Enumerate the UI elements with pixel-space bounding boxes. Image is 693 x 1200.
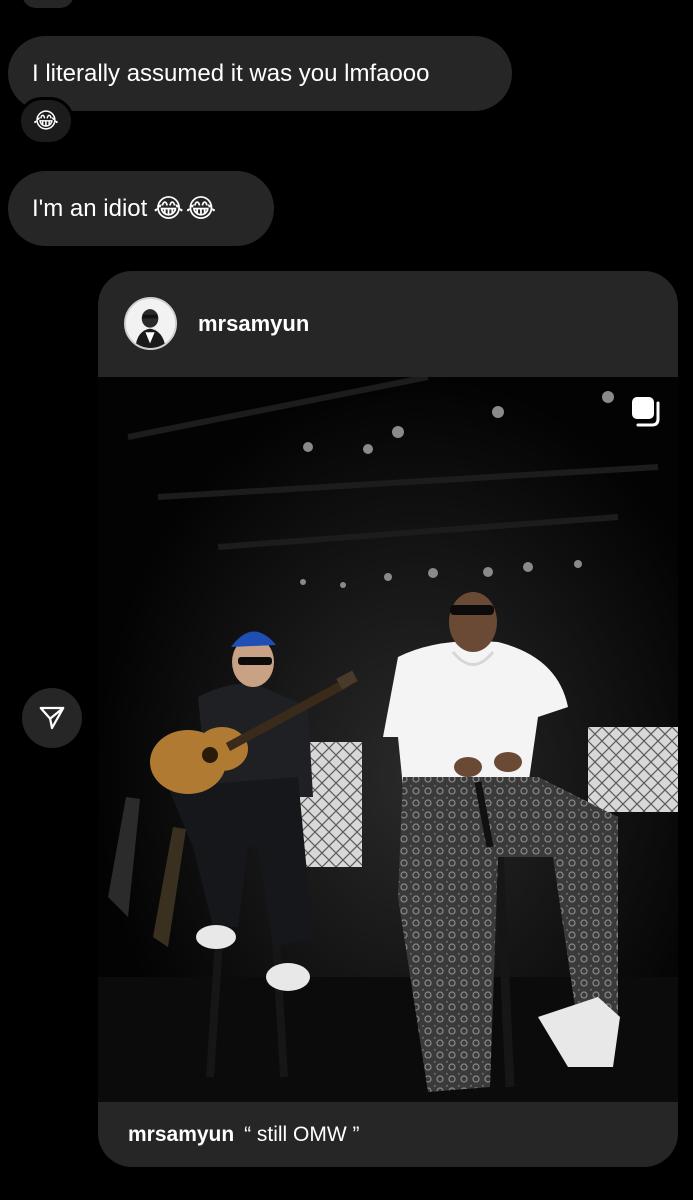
message-bubble[interactable]: I literally assumed it was you lmfaooo	[8, 36, 512, 111]
message-text: I literally assumed it was you lmfaooo	[32, 59, 430, 87]
avatar-image	[126, 299, 175, 348]
shared-post-card[interactable]: mrsamyun mrsamyun “ still OMW ”	[98, 271, 678, 1167]
post-header[interactable]: mrsamyun	[98, 271, 678, 377]
laughing-emoji: 😂	[33, 108, 59, 133]
avatar[interactable]	[124, 297, 177, 350]
message-bubble[interactable]: I'm an idiot 😂😂	[8, 171, 274, 246]
post-photo[interactable]	[98, 377, 678, 1102]
post-username[interactable]: mrsamyun	[198, 311, 309, 337]
caption-text: “ still OMW ”	[244, 1123, 360, 1146]
caption-username[interactable]: mrsamyun	[128, 1123, 234, 1146]
post-caption: mrsamyun “ still OMW ”	[128, 1123, 360, 1147]
message-reaction[interactable]: 😂	[18, 97, 74, 145]
share-button[interactable]	[22, 688, 82, 748]
concert-photo	[98, 377, 678, 1102]
previous-message-bubble	[22, 0, 74, 8]
carousel-icon	[632, 397, 660, 427]
message-emoji: 😂😂	[153, 193, 219, 223]
paper-plane-icon	[39, 706, 65, 730]
message-text: I'm an idiot	[32, 194, 148, 222]
